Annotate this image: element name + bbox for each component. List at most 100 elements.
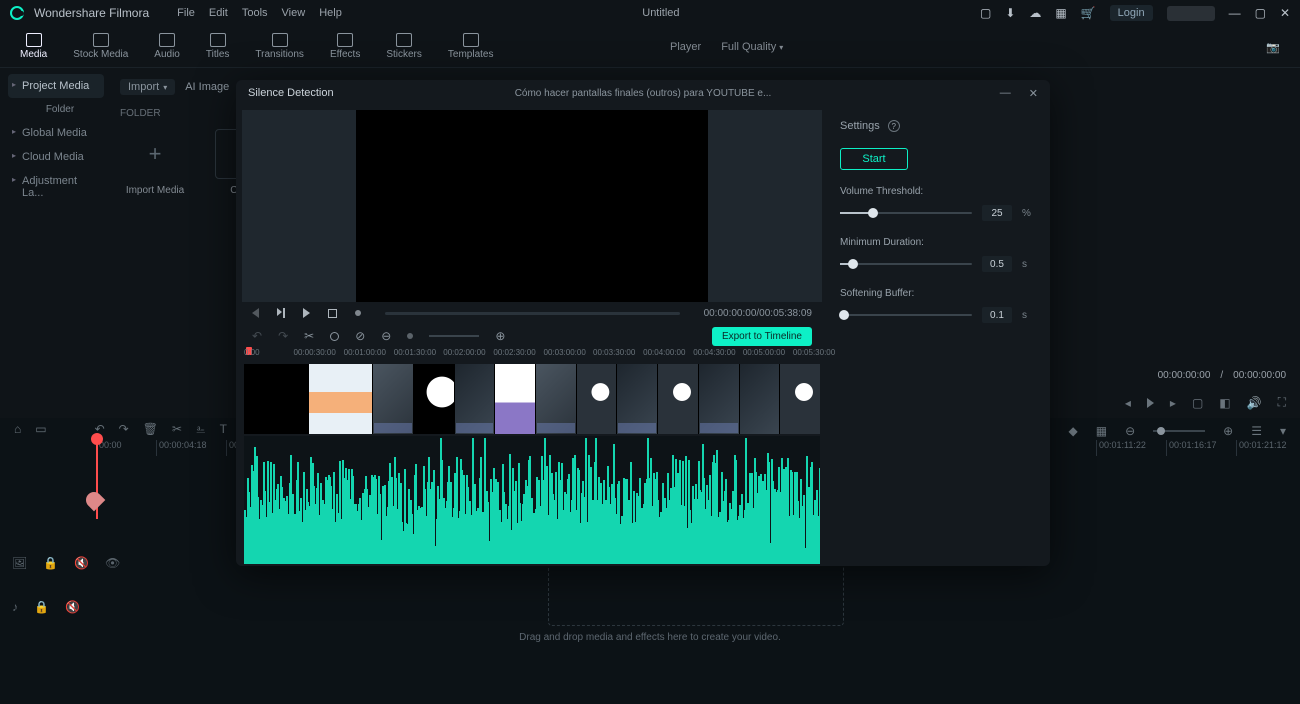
split-icon[interactable]: ✂ <box>172 422 182 436</box>
delete-icon[interactable]: 🗑 <box>143 422 158 436</box>
settings-info-icon[interactable]: ? <box>888 120 900 132</box>
softening-buffer-slider[interactable] <box>840 314 972 316</box>
volume-threshold-slider[interactable] <box>840 212 972 214</box>
window-close[interactable]: ✕ <box>1280 6 1290 20</box>
zoom-in-icon[interactable]: ⊕ <box>1223 424 1233 438</box>
tab-stickers[interactable]: Stickers <box>386 33 422 60</box>
main-menu: File Edit Tools View Help <box>177 7 342 19</box>
tab-stock-media[interactable]: Stock Media <box>73 33 128 60</box>
select-icon[interactable]: ▭ <box>35 422 46 436</box>
sidebar-cloud-media[interactable]: Cloud Media <box>8 145 104 169</box>
minimum-duration-label: Minimum Duration: <box>840 237 1032 248</box>
stop-button[interactable] <box>328 309 337 318</box>
sidebar-adjustment-layer[interactable]: Adjustment La... <box>8 169 104 205</box>
dlg-cut-icon[interactable]: ✂ <box>304 329 314 343</box>
dlg-zoom-in-icon[interactable]: ⊕ <box>495 329 505 343</box>
menu-help[interactable]: Help <box>319 7 342 19</box>
sidebar-folder[interactable]: Folder <box>8 98 104 121</box>
eye-icon[interactable]: 👁 <box>105 556 120 570</box>
tab-titles[interactable]: Titles <box>206 33 230 60</box>
download-icon[interactable]: ⬇ <box>1005 6 1015 20</box>
import-dropdown[interactable]: Import ▾ <box>120 79 175 95</box>
tab-media[interactable]: Media <box>20 33 47 60</box>
audio-track-icon[interactable]: ♪ <box>12 600 18 614</box>
play-button[interactable] <box>303 308 310 318</box>
magnet-icon[interactable]: ⌂ <box>14 422 21 436</box>
window-minimize[interactable]: — <box>1229 6 1241 20</box>
apps-icon[interactable]: ▦ <box>1055 6 1066 20</box>
dlg-redo-icon[interactable]: ↷ <box>278 329 288 343</box>
record-dot[interactable] <box>355 310 361 316</box>
chevron-down-icon[interactable]: ▾ <box>1280 424 1286 438</box>
dialog-close[interactable]: ✕ <box>1029 87 1038 100</box>
app-name: Wondershare Filmora <box>34 6 149 20</box>
seek-bar[interactable] <box>385 312 680 315</box>
redo-icon[interactable]: ↷ <box>119 422 129 436</box>
crop-icon[interactable]: ⎁ <box>196 422 206 437</box>
play-next-icon[interactable] <box>277 308 285 318</box>
dialog-filename: Cómo hacer pantallas finales (outros) pa… <box>515 88 772 99</box>
sidebar-project-media[interactable]: Project Media <box>8 74 104 98</box>
cloud-icon[interactable]: ☁ <box>1029 6 1041 20</box>
preview-timecode: 00:00:00:00 / 00:00:00:00 <box>1158 370 1286 381</box>
account-pill[interactable] <box>1167 6 1215 21</box>
volume-threshold-value[interactable]: 25 <box>982 205 1012 221</box>
menu-view[interactable]: View <box>282 7 306 19</box>
zoom-slider[interactable] <box>1153 430 1205 432</box>
sidebar: Project Media Folder Global Media Cloud … <box>0 68 112 408</box>
softening-buffer-value[interactable]: 0.1 <box>982 307 1012 323</box>
render-icon[interactable]: ◧ <box>1219 396 1230 410</box>
grid-icon[interactable]: ▦ <box>1096 424 1107 438</box>
volume-icon[interactable]: 🔊 <box>1247 396 1262 410</box>
tab-templates[interactable]: Templates <box>448 33 494 60</box>
minimum-duration-slider[interactable] <box>840 263 972 265</box>
snapshot-icon[interactable]: 📷 <box>1266 41 1280 54</box>
player-quality[interactable]: Full Quality ▾ <box>721 41 783 53</box>
tab-audio[interactable]: Audio <box>154 33 180 60</box>
import-media-card[interactable]: + Import Media <box>120 129 190 205</box>
layout-icon[interactable]: ☰ <box>1251 424 1262 438</box>
export-to-timeline-button[interactable]: Export to Timeline <box>712 327 812 346</box>
player-panel: Player Full Quality ▾ 📷 <box>650 26 1300 68</box>
titlebar: Wondershare Filmora File Edit Tools View… <box>0 0 1300 26</box>
login-button[interactable]: Login <box>1110 5 1153 21</box>
mute-icon[interactable]: 🔇 <box>74 556 89 570</box>
tab-effects[interactable]: Effects <box>330 33 360 60</box>
menu-edit[interactable]: Edit <box>209 7 228 19</box>
image-track-icon[interactable]: 🖼 <box>12 556 27 570</box>
monitor-icon[interactable]: ▢ <box>1192 396 1203 410</box>
zoom-out-icon[interactable]: ⊖ <box>1125 424 1135 438</box>
lock-icon[interactable]: 🔒 <box>34 600 49 614</box>
next-marker-icon[interactable]: ▸ <box>1170 396 1176 410</box>
tab-transitions[interactable]: Transitions <box>255 33 304 60</box>
text-icon[interactable]: T <box>220 422 227 436</box>
dlg-circle-icon[interactable] <box>330 332 339 341</box>
prev-marker-icon[interactable]: ◂ <box>1125 396 1131 410</box>
dlg-undo-icon[interactable]: ↶ <box>252 329 262 343</box>
fullscreen-icon[interactable]: ⛶ <box>1278 395 1286 410</box>
sidebar-global-media[interactable]: Global Media <box>8 121 104 145</box>
mute-icon[interactable]: 🔇 <box>65 600 80 614</box>
window-maximize[interactable]: ▢ <box>1255 6 1266 20</box>
sd-waveform[interactable] <box>244 436 820 564</box>
timeline-right-tools: ◆ ▦ ⊖ ⊕ ☰ ▾ <box>1069 424 1287 438</box>
cart-icon[interactable]: 🛒 <box>1081 6 1096 20</box>
sd-ruler[interactable]: 0:00 00:00:30:00 00:01:00:00 00:01:30:00… <box>244 348 820 364</box>
menu-tools[interactable]: Tools <box>242 7 268 19</box>
sd-thumbnail-track[interactable] <box>244 364 820 434</box>
dialog-minimize[interactable]: — <box>1000 87 1011 100</box>
dlg-restore-icon[interactable]: ⊘ <box>355 329 365 343</box>
prev-frame-icon[interactable] <box>252 308 259 318</box>
screen-icon[interactable]: ▢ <box>980 6 991 20</box>
dialog-toolbar: ↶ ↷ ✂ ⊘ ⊖ ⊕ Export to Timeline <box>242 324 822 348</box>
transport-time: 00:00:00:00/00:05:38:09 <box>704 308 812 319</box>
menu-file[interactable]: File <box>177 7 195 19</box>
minimum-duration-value[interactable]: 0.5 <box>982 256 1012 272</box>
dlg-zoom-out-icon[interactable]: ⊖ <box>381 329 391 343</box>
marker-icon[interactable]: ◆ <box>1069 424 1078 438</box>
lock-icon[interactable]: 🔒 <box>43 556 58 570</box>
dlg-zoom-slider[interactable] <box>429 335 479 337</box>
ai-image-button[interactable]: AI Image <box>185 81 229 93</box>
start-button[interactable]: Start <box>840 148 908 170</box>
play-icon[interactable] <box>1147 398 1154 408</box>
